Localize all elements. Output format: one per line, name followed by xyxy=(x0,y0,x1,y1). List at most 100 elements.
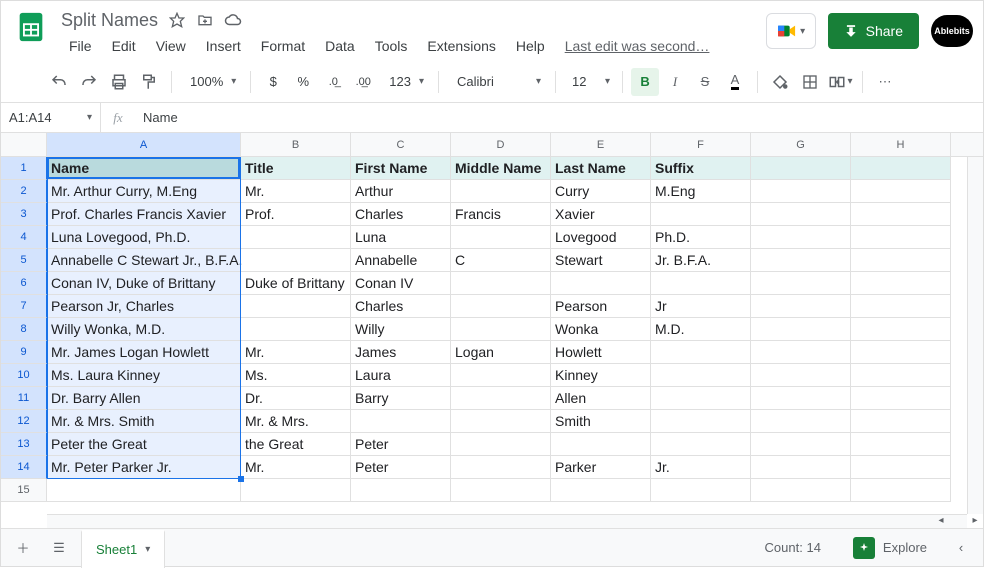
row-header[interactable]: 4 xyxy=(1,226,47,249)
merge-cells-button[interactable]: ▾ xyxy=(826,68,854,96)
spreadsheet-grid[interactable]: ABCDEFGH 123456789101112131415 NameTitle… xyxy=(1,133,983,530)
text-color-button[interactable]: A xyxy=(721,68,749,96)
cell[interactable] xyxy=(551,433,651,456)
row-header[interactable]: 6 xyxy=(1,272,47,295)
cell[interactable]: Name xyxy=(47,157,241,180)
cell[interactable] xyxy=(451,295,551,318)
number-format-dropdown[interactable]: 123▾ xyxy=(379,74,430,89)
cell[interactable]: Mr. Arthur Curry, M.Eng xyxy=(47,180,241,203)
cell[interactable] xyxy=(851,364,951,387)
cell[interactable] xyxy=(451,364,551,387)
increase-decimal-button[interactable]: .0̲0 xyxy=(349,68,377,96)
menu-data[interactable]: Data xyxy=(317,35,363,57)
column-header-H[interactable]: H xyxy=(851,133,951,156)
cell[interactable]: Charles xyxy=(351,203,451,226)
cell[interactable] xyxy=(651,272,751,295)
cell[interactable] xyxy=(851,433,951,456)
cell[interactable] xyxy=(851,180,951,203)
cell[interactable] xyxy=(551,272,651,295)
cell[interactable]: Prof. xyxy=(241,203,351,226)
zoom-dropdown[interactable]: 100%▾ xyxy=(180,74,242,89)
more-toolbar-button[interactable]: ⋯ xyxy=(871,68,899,96)
fill-color-button[interactable] xyxy=(766,68,794,96)
cell[interactable] xyxy=(751,295,851,318)
row-header[interactable]: 15 xyxy=(1,479,47,502)
last-edit-link[interactable]: Last edit was second… xyxy=(557,35,718,57)
cell[interactable] xyxy=(851,318,951,341)
font-dropdown[interactable]: Calibri▾ xyxy=(447,74,547,89)
cell[interactable] xyxy=(851,341,951,364)
cell[interactable] xyxy=(851,479,951,502)
meet-button[interactable]: ▾ xyxy=(766,13,816,49)
cell[interactable] xyxy=(751,226,851,249)
row-header[interactable]: 14 xyxy=(1,456,47,479)
cell[interactable] xyxy=(451,272,551,295)
cell[interactable] xyxy=(241,318,351,341)
cell[interactable] xyxy=(851,249,951,272)
cell[interactable] xyxy=(751,341,851,364)
cell[interactable] xyxy=(851,157,951,180)
row-header[interactable]: 2 xyxy=(1,180,47,203)
cell[interactable]: Ms. xyxy=(241,364,351,387)
cell[interactable]: Mr. & Mrs. xyxy=(241,410,351,433)
cell[interactable]: Mr. James Logan Howlett xyxy=(47,341,241,364)
row-header[interactable]: 8 xyxy=(1,318,47,341)
column-header-E[interactable]: E xyxy=(551,133,651,156)
cell[interactable] xyxy=(851,272,951,295)
cell[interactable] xyxy=(851,203,951,226)
cell[interactable] xyxy=(241,249,351,272)
cell[interactable] xyxy=(851,226,951,249)
cell[interactable]: C xyxy=(451,249,551,272)
select-all-corner[interactable] xyxy=(1,133,47,157)
vertical-scrollbar[interactable] xyxy=(967,157,983,514)
cell[interactable] xyxy=(851,387,951,410)
cell[interactable]: Laura xyxy=(351,364,451,387)
menu-file[interactable]: File xyxy=(61,35,100,57)
cell[interactable]: Annabelle xyxy=(351,249,451,272)
cell[interactable] xyxy=(751,180,851,203)
cell[interactable]: Ph.D. xyxy=(651,226,751,249)
row-header[interactable]: 11 xyxy=(1,387,47,410)
print-button[interactable] xyxy=(105,68,133,96)
cell[interactable] xyxy=(451,479,551,502)
cell[interactable]: Title xyxy=(241,157,351,180)
cell[interactable] xyxy=(241,295,351,318)
row-header[interactable]: 3 xyxy=(1,203,47,226)
cell[interactable] xyxy=(651,387,751,410)
borders-button[interactable] xyxy=(796,68,824,96)
cell[interactable]: Middle Name xyxy=(451,157,551,180)
cell[interactable] xyxy=(241,226,351,249)
cell[interactable]: Willy Wonka, M.D. xyxy=(47,318,241,341)
cell[interactable]: Pearson xyxy=(551,295,651,318)
sheet-tab[interactable]: Sheet1 ▾ xyxy=(81,530,165,568)
cell[interactable] xyxy=(751,318,851,341)
menu-insert[interactable]: Insert xyxy=(198,35,249,57)
cell[interactable]: Luna Lovegood, Ph.D. xyxy=(47,226,241,249)
cell[interactable]: Duke of Brittany xyxy=(241,272,351,295)
cell[interactable]: Dr. xyxy=(241,387,351,410)
cell[interactable]: Pearson Jr, Charles xyxy=(47,295,241,318)
cell[interactable] xyxy=(241,479,351,502)
cell[interactable] xyxy=(751,479,851,502)
star-icon[interactable] xyxy=(168,11,186,29)
cell[interactable]: Howlett xyxy=(551,341,651,364)
cell[interactable]: Willy xyxy=(351,318,451,341)
paint-format-button[interactable] xyxy=(135,68,163,96)
cell[interactable] xyxy=(47,479,241,502)
cell[interactable] xyxy=(651,341,751,364)
decrease-decimal-button[interactable]: .0̲ xyxy=(319,68,347,96)
cell[interactable]: Mr. xyxy=(241,456,351,479)
cell[interactable] xyxy=(451,180,551,203)
cell[interactable]: Conan IV, Duke of Brittany xyxy=(47,272,241,295)
cell[interactable]: Stewart xyxy=(551,249,651,272)
cell[interactable]: Allen xyxy=(551,387,651,410)
ablebits-badge[interactable]: Ablebits xyxy=(931,15,973,47)
cell[interactable]: Peter xyxy=(351,433,451,456)
column-header-D[interactable]: D xyxy=(451,133,551,156)
cell[interactable]: Mr. & Mrs. Smith xyxy=(47,410,241,433)
collapse-side-panel-button[interactable]: ‹ xyxy=(947,534,975,562)
cell[interactable]: Barry xyxy=(351,387,451,410)
move-icon[interactable] xyxy=(196,11,214,29)
share-button[interactable]: Share xyxy=(828,13,919,49)
column-header-A[interactable]: A xyxy=(47,133,241,156)
